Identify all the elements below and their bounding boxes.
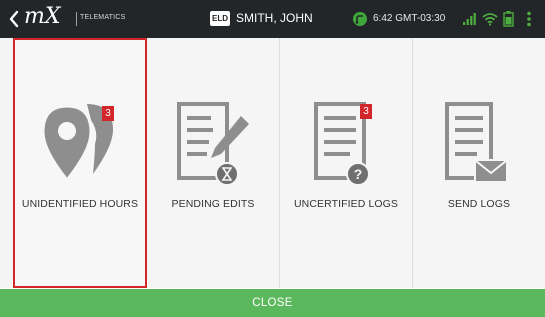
brand-subtitle: TELEMATICS	[80, 14, 126, 21]
overflow-menu-icon[interactable]	[527, 11, 531, 27]
connection-status-icon[interactable]	[352, 11, 368, 27]
cell-signal-icon	[463, 13, 476, 25]
top-status-bar: mX TELEMATICS ELD SMITH, JOHN 6:42 GMT-0…	[0, 0, 545, 38]
document-envelope-icon	[445, 102, 508, 183]
tile-label-uncertified-logs: UNCERTIFIED LOGS	[293, 198, 399, 210]
brand-logo-text: mX	[24, 4, 61, 29]
svg-text:?: ?	[354, 166, 363, 182]
tile-uncertified-logs[interactable]: ? 3 UNCERTIFIED LOGS	[280, 38, 413, 288]
document-question-icon: ?	[314, 102, 370, 186]
driver-name[interactable]: SMITH, JOHN	[236, 11, 313, 25]
brand-divider	[76, 12, 77, 26]
back-chevron-icon[interactable]	[7, 8, 21, 30]
battery-icon	[503, 11, 514, 27]
eld-badge: ELD	[210, 11, 230, 26]
wifi-icon	[482, 13, 498, 26]
close-button[interactable]: CLOSE	[0, 289, 545, 317]
clock-time: 6:42 GMT-03:30	[373, 13, 446, 24]
tile-label-unidentified-hours: UNIDENTIFIED HOURS	[21, 198, 139, 210]
action-tile-grid: 3 UNIDENTIFIED HOURS PENDING EDITS ? 3 U…	[0, 38, 545, 288]
tile-send-logs[interactable]: SEND LOGS	[413, 38, 545, 288]
brand-logo: mX	[24, 4, 61, 29]
tile-label-pending-edits: PENDING EDITS	[171, 198, 255, 210]
uncertified-logs-count-badge: 3	[360, 104, 372, 119]
document-pencil-icon	[177, 102, 249, 186]
tile-pending-edits[interactable]: PENDING EDITS	[147, 38, 280, 288]
unidentified-hours-screen: mX TELEMATICS ELD SMITH, JOHN 6:42 GMT-0…	[0, 0, 545, 317]
unidentified-hours-count-badge: 3	[102, 106, 114, 121]
tile-unidentified-hours[interactable]: 3 UNIDENTIFIED HOURS	[13, 38, 147, 288]
tile-label-send-logs: SEND LOGS	[447, 198, 511, 210]
